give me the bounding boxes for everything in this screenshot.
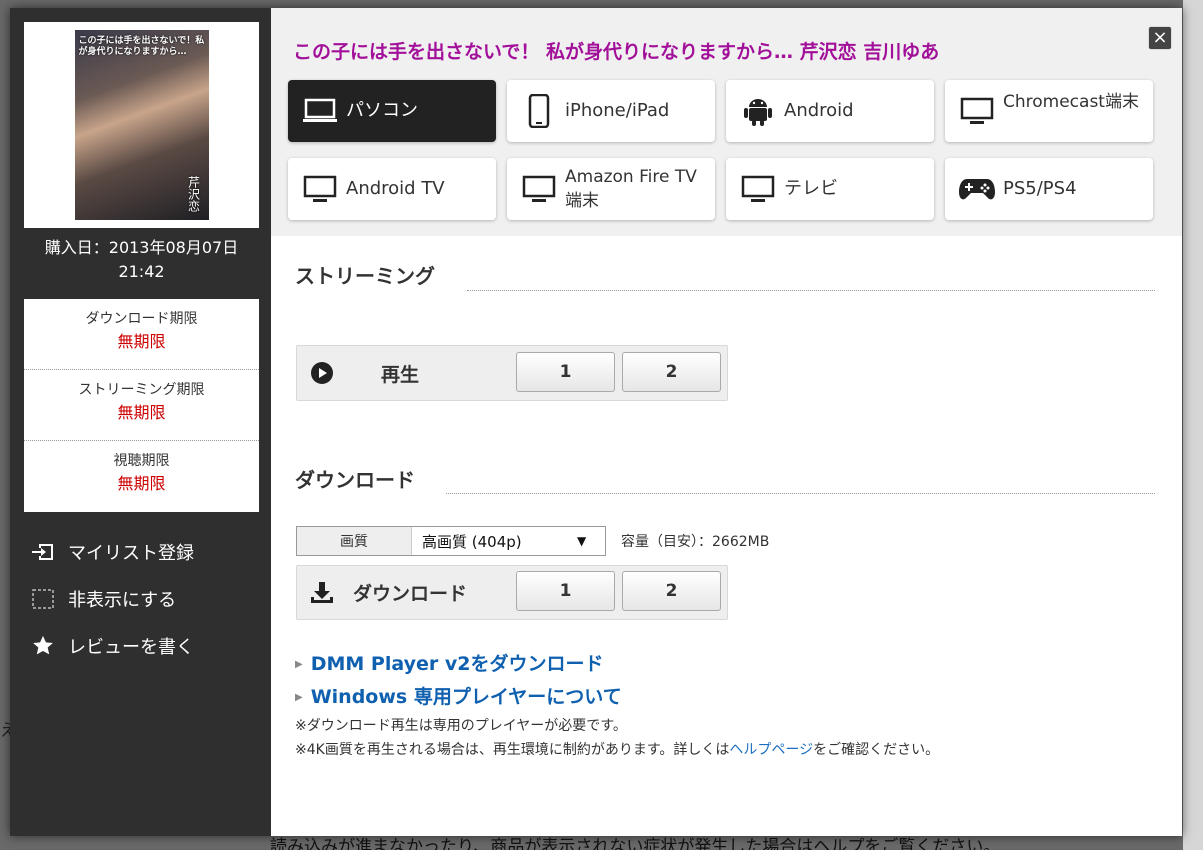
write-review-button[interactable]: レビューを書く [30,622,260,669]
download-quality-button-2[interactable]: 2 [622,571,721,611]
triangle-right-icon: ▶ [295,692,303,703]
hide-label: 非表示にする [68,589,177,611]
limit-row-streaming: ストリーミング期限 無期限 [24,370,259,441]
limit-row-download: ダウンロード期限 無期限 [24,299,259,370]
note-4k-prefix: ※4K画質を再生される場合は、再生環境に制約があります。詳しくは [295,742,730,758]
purchase-date: 購入日：2013年08月07日 [44,238,239,257]
limit-label: 視聴期限 [113,453,170,469]
cover-name-text: 芹沢恋 [186,176,201,212]
download-icon [309,580,335,606]
device-tab-android[interactable]: Android [726,80,934,142]
streaming-divider [467,290,1155,291]
star-icon [30,635,56,657]
hide-icon [30,588,56,610]
purchase-info: 購入日：2013年08月07日 21:42 [24,236,259,284]
dmm-player-download-link[interactable]: ▶ DMM Player v2をダウンロード [295,648,939,681]
link-label: DMM Player v2をダウンロード [310,653,604,675]
modal-content: この子には手を出さないで！ 私が身代りになりますから… 芹沢恋 吉川ゆあ × パ… [271,8,1182,836]
limit-label: ストリーミング期限 [78,382,205,398]
cover-image: この子には手を出さないで！私が身代りになりますから… 芹沢恋 [74,30,209,220]
device-tab-ps[interactable]: PS5/PS4 [945,158,1153,220]
player-links: ▶ DMM Player v2をダウンロード ▶ Windows 専用プレイヤー… [295,648,939,762]
cover-title-text: この子には手を出さないで！私が身代りになりますから… [78,36,205,57]
device-label: PS5/PS4 [1003,178,1077,199]
device-tab-iphone[interactable]: iPhone/iPad [507,80,715,142]
hide-button[interactable]: 非表示にする [30,575,260,622]
streaming-bar: 再生 1 2 [296,345,728,401]
dropdown-arrow-icon[interactable]: ▼ [577,534,605,548]
close-button[interactable]: × [1148,26,1172,50]
limit-value: 無期限 [117,403,166,422]
limit-label: ダウンロード期限 [85,311,198,327]
download-label: ダウンロード [353,583,468,605]
help-page-link[interactable]: ヘルプページ [729,742,813,758]
download-quality-button-1[interactable]: 1 [516,571,615,611]
link-label: Windows 専用プレイヤーについて [310,686,622,708]
play-icon [309,360,335,386]
device-tab-fire-tv[interactable]: Amazon Fire TV 端末 [507,158,715,220]
mylist-add-button[interactable]: マイリスト登録 [30,528,260,575]
smartphone-icon [519,94,559,128]
capacity-text: 容量（目安）：2662MB [621,534,770,550]
quality-label: 画質 [297,527,412,555]
monitor-icon [519,175,559,203]
monitor-icon [957,97,997,125]
close-icon: × [1152,27,1168,48]
mylist-add-icon [30,541,56,563]
sidebar-menu: マイリスト登録 非表示にする レビューを書く [30,528,260,669]
stream-quality-button-1[interactable]: 1 [516,352,615,392]
purchase-modal: この子には手を出さないで！私が身代りになりますから… 芹沢恋 購入日：2013年… [10,8,1182,836]
device-label: Android [784,100,854,121]
write-review-label: レビューを書く [68,636,194,658]
device-tab-pc[interactable]: パソコン [288,80,496,142]
windows-player-info-link[interactable]: ▶ Windows 専用プレイヤーについて [295,681,939,714]
download-bar: ダウンロード 1 2 [296,565,728,620]
limit-value: 無期限 [117,474,166,493]
limit-value: 無期限 [117,332,166,351]
android-icon [738,95,778,127]
device-label: Amazon Fire TV 端末 [565,167,697,211]
device-label: Chromecast端末 [1003,92,1139,112]
page-scrollbar[interactable] [1183,0,1203,850]
device-label: テレビ [784,178,838,199]
play-label: 再生 [381,363,420,386]
device-label: Android TV [346,178,445,199]
product-title: この子には手を出さないで！ 私が身代りになりますから… 芹沢恋 吉川ゆあ [293,41,940,63]
mylist-add-label: マイリスト登録 [68,542,194,564]
monitor-icon [738,175,778,203]
streaming-heading: ストリーミング [295,264,435,288]
limit-row-viewing: 視聴期限 無期限 [24,441,259,512]
device-label: パソコン [346,100,418,121]
limits-panel: ダウンロード期限 無期限 ストリーミング期限 無期限 視聴期限 無期限 [24,299,259,512]
quality-value[interactable]: 高画質 (404p) [412,531,577,552]
download-heading: ダウンロード [295,468,415,492]
gamepad-icon [957,176,997,202]
download-divider [446,493,1155,494]
note-4k-suffix: をご確認ください。 [813,742,940,758]
note-4k: ※4K画質を再生される場合は、再生環境に制約があります。詳しくはヘルプページをご… [295,738,939,762]
device-tab-chromecast[interactable]: Chromecast端末 [945,80,1153,142]
stream-quality-button-2[interactable]: 2 [622,352,721,392]
monitor-icon [300,175,340,203]
device-selector: この子には手を出さないで！ 私が身代りになりますから… 芹沢恋 吉川ゆあ × パ… [271,8,1182,236]
laptop-icon [300,98,340,124]
device-tab-android-tv[interactable]: Android TV [288,158,496,220]
quality-select[interactable]: 画質 高画質 (404p) ▼ [296,526,606,556]
note-player-required: ※ダウンロード再生は専用のプレイヤーが必要です。 [295,718,627,734]
device-tab-tv[interactable]: テレビ [726,158,934,220]
modal-sidebar: この子には手を出さないで！私が身代りになりますから… 芹沢恋 購入日：2013年… [10,8,271,836]
purchase-time: 21:42 [118,262,165,281]
device-label: iPhone/iPad [565,100,670,121]
cover-frame: この子には手を出さないで！私が身代りになりますから… 芹沢恋 [24,22,259,228]
triangle-right-icon: ▶ [295,659,303,670]
